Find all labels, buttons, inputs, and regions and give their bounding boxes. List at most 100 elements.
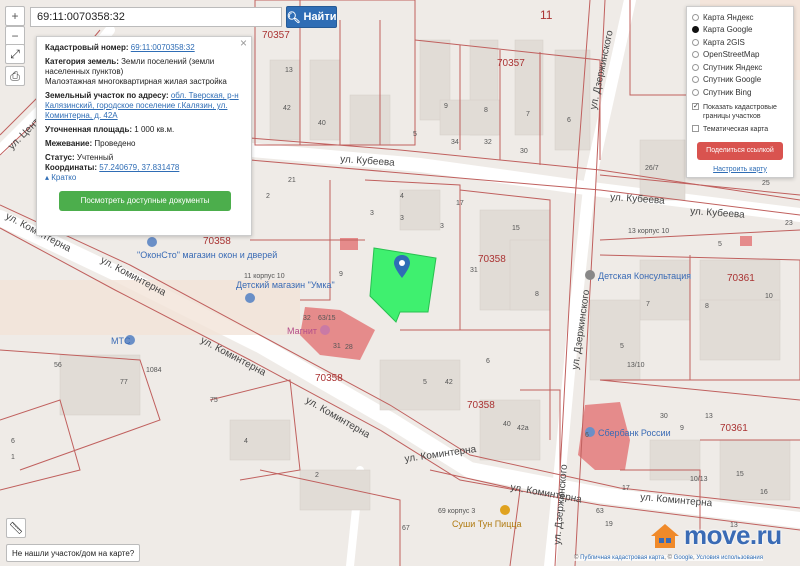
view-documents-button[interactable]: Посмотреть доступные документы: [59, 191, 231, 211]
house-number: 7: [646, 301, 650, 308]
cadastral-borders-checkbox[interactable]: ✓ Показать кадастровые границы участков: [692, 102, 788, 121]
house-number: 2: [266, 193, 270, 200]
poi-label-sberbank: Сбербанк России: [598, 428, 671, 438]
search-input[interactable]: [30, 7, 282, 27]
pkk-link[interactable]: Публичная кадастровая карта: [580, 555, 664, 561]
house-number: 17: [622, 485, 630, 492]
close-icon[interactable]: ×: [240, 37, 247, 49]
house-number: 3: [370, 210, 374, 217]
caret-up-icon: ▴: [45, 173, 50, 182]
find-button-label: Найти: [303, 11, 337, 23]
zoom-in-button[interactable]: +: [5, 6, 25, 26]
radio-icon: [692, 63, 699, 71]
house-number: 42: [283, 105, 291, 112]
share-link-button[interactable]: Поделиться ссылкой: [697, 141, 783, 160]
cadastral-number-link[interactable]: 69:11:0070358:32: [131, 43, 195, 52]
house-number: 4: [400, 193, 404, 200]
checkbox-icon: [692, 124, 699, 132]
poi-label-pizza: Суши Тун Пицца: [452, 519, 522, 529]
coords-label: Координаты:: [45, 163, 98, 172]
not-found-button[interactable]: Не нашли участок/дом на карте?: [6, 544, 141, 562]
house-number: 9: [444, 103, 448, 110]
house-number: 21: [288, 177, 296, 184]
house-number: 2: [315, 472, 319, 479]
map-attribution: © Публичная кадастровая карта, © Google,…: [574, 555, 763, 561]
address-label: Земельный участок по адресу:: [45, 91, 169, 100]
block-label: 11: [540, 8, 553, 22]
area-value: 1 000 кв.м.: [134, 125, 175, 134]
google-link[interactable]: Google: [674, 555, 693, 561]
block-label: 70358: [478, 254, 506, 265]
configure-map-link[interactable]: Настроить карту: [692, 166, 788, 173]
house-number: 7: [526, 111, 530, 118]
layer-option-yandex-map[interactable]: Карта Яндекс: [692, 11, 788, 24]
block-label: 70357: [497, 58, 525, 69]
print-button[interactable]: ⎙: [5, 66, 25, 86]
house-number: 5: [423, 379, 427, 386]
layer-option-google-satellite[interactable]: Спутник Google: [692, 74, 788, 87]
house-number: 17: [456, 200, 464, 207]
house-number: 15: [736, 471, 744, 478]
house-number: 5: [620, 343, 624, 350]
block-label: 70361: [727, 273, 755, 284]
checkmark-icon: ✓: [692, 102, 699, 110]
house-number: 77: [120, 379, 128, 386]
house-number: 69 корпус 3: [438, 508, 475, 515]
block-label: 70357: [262, 30, 290, 41]
poi-label-magnit: Магнит: [287, 326, 317, 336]
house-number: 32: [484, 139, 492, 146]
house-number: 15: [512, 225, 520, 232]
search-icon: 🔍︎: [286, 11, 301, 24]
house-number: 34: [451, 139, 459, 146]
land-category-label: Категория земель:: [45, 57, 119, 66]
block-label: 70358: [467, 400, 495, 411]
printer-icon: ⎙: [10, 68, 20, 83]
radio-icon: [692, 51, 699, 59]
status-label: Статус:: [45, 153, 75, 162]
layer-option-bing-satellite[interactable]: Спутник Bing: [692, 86, 788, 99]
map-layers-panel: Карта Яндекс Карта Google Карта 2GIS Ope…: [686, 6, 794, 178]
find-button[interactable]: 🔍︎ Найти: [286, 6, 337, 28]
house-number: 30: [520, 148, 528, 155]
house-number: 13/10: [627, 362, 645, 369]
house-number: 9: [339, 271, 343, 278]
house-number: 67: [402, 525, 410, 532]
layer-option-2gis[interactable]: Карта 2GIS: [692, 36, 788, 49]
house-number: 6: [486, 358, 490, 365]
house-number: 6: [585, 432, 589, 439]
house-number: 4: [244, 438, 248, 445]
status-value: Учтенный: [76, 153, 114, 162]
layer-option-osm[interactable]: OpenStreetMap: [692, 49, 788, 62]
poi-label-clinic: Детская Консультация: [598, 271, 691, 281]
terms-link[interactable]: Условия использования: [696, 555, 763, 561]
house-number: 3: [400, 215, 404, 222]
fullscreen-button[interactable]: ⤢: [5, 44, 25, 64]
collapse-link[interactable]: ▴ Кратко: [45, 173, 243, 183]
cadastral-number-label: Кадастровый номер:: [45, 43, 129, 52]
house-number: 23: [785, 220, 793, 227]
expand-icon: ⤢: [10, 46, 20, 61]
house-number: 63: [596, 508, 604, 515]
view-documents-label: Посмотреть доступные документы: [80, 196, 210, 205]
house-number: 5: [413, 131, 417, 138]
survey-value: Проведено: [94, 139, 136, 148]
house-number: 6: [11, 438, 15, 445]
house-number: 25: [762, 180, 770, 187]
collapse-label: Кратко: [51, 173, 77, 182]
house-logo-icon: [651, 523, 679, 548]
layer-option-google-map[interactable]: Карта Google: [692, 24, 788, 37]
layer-option-yandex-satellite[interactable]: Спутник Яндекс: [692, 61, 788, 74]
thematic-map-checkbox[interactable]: Тематическая карта: [692, 124, 788, 134]
ruler-button[interactable]: 📏︎: [6, 518, 26, 538]
house-number: 6: [567, 117, 571, 124]
zoom-out-button[interactable]: −: [5, 26, 25, 46]
poi-label-umka: Детский магазин "Умка": [236, 280, 335, 290]
radio-icon: [692, 88, 699, 96]
house-number: 1: [11, 454, 15, 461]
coords-link[interactable]: 57.240679, 37.831478: [99, 163, 179, 172]
house-number: 10: [765, 293, 773, 300]
minus-icon: −: [11, 29, 19, 43]
house-number: 40: [503, 421, 511, 428]
permitted-use-value: Малоэтажная многоквартирная жилая застро…: [45, 77, 227, 86]
area-label: Уточненная площадь:: [45, 125, 133, 134]
